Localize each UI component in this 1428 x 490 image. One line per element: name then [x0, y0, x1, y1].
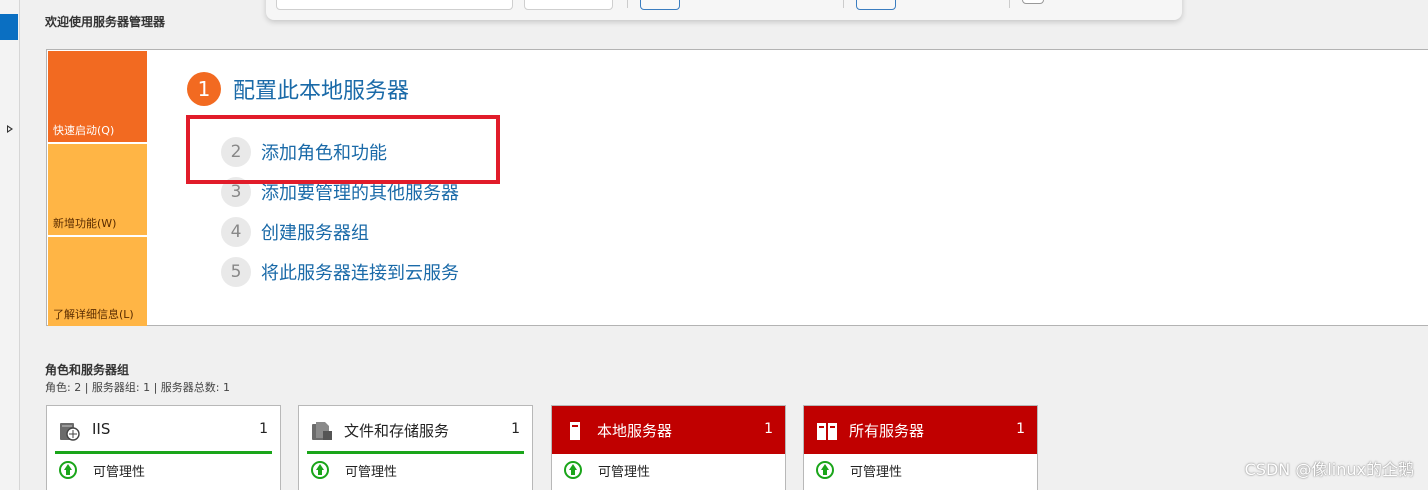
file-storage-icon: [312, 422, 332, 440]
learn-more-tile[interactable]: 了解详细信息(L): [48, 237, 147, 326]
status-ok-icon: [816, 461, 834, 479]
role-tile-file-storage[interactable]: 文件和存储服务 1 可管理性: [298, 405, 533, 490]
step-configure-local-server[interactable]: 1 配置此本地服务器: [187, 72, 409, 106]
watermark-text: CSDN @像linux的企鹅: [1244, 460, 1414, 479]
tile-header[interactable]: 本地服务器 1: [552, 406, 785, 454]
manageability-row[interactable]: 可管理性: [311, 460, 397, 480]
toolbar-field[interactable]: [524, 0, 613, 10]
step-link[interactable]: 创建服务器组: [261, 219, 369, 245]
tile-count: 1: [764, 421, 773, 437]
tile-name: 文件和存储服务: [344, 422, 450, 440]
servers-icon: [817, 423, 837, 440]
manageability-label: 可管理性: [598, 464, 651, 480]
whats-new-label: 新增功能(W): [53, 217, 117, 230]
status-ok-icon: [564, 461, 582, 479]
manageability-label: 可管理性: [345, 464, 398, 480]
quick-start-tile[interactable]: 快速启动(Q): [48, 51, 147, 142]
tile-header[interactable]: 文件和存储服务 1: [299, 406, 532, 454]
server-icon: [570, 422, 580, 440]
expand-arrow-icon[interactable]: [7, 125, 13, 133]
step-connect-cloud[interactable]: 5 将此服务器连接到云服务: [221, 257, 459, 287]
step-number-badge: 4: [221, 217, 251, 247]
step-create-server-group[interactable]: 4 创建服务器组: [221, 217, 369, 247]
tile-count: 1: [1016, 421, 1025, 437]
role-tile-all-servers[interactable]: 所有服务器 1 可管理性: [803, 405, 1038, 490]
tile-name: 所有服务器: [849, 422, 925, 440]
tile-count: 1: [511, 421, 520, 437]
status-ok-icon: [59, 461, 77, 479]
welcome-panel: 快速启动(Q) 新增功能(W) 了解详细信息(L) 1 配置此本地服务器 2 添…: [46, 49, 1428, 326]
tile-name: 本地服务器: [597, 422, 673, 440]
status-underline: [307, 451, 524, 454]
welcome-title: 欢迎使用服务器管理器: [45, 15, 166, 29]
iis-icon: [60, 423, 80, 441]
tile-count: 1: [259, 421, 268, 437]
status-underline: [55, 451, 272, 454]
quick-start-label: 快速启动(Q): [53, 124, 115, 137]
step-link[interactable]: 配置此本地服务器: [233, 73, 409, 105]
floating-toolbar: [266, 0, 1182, 20]
whats-new-tile[interactable]: 新增功能(W): [48, 144, 147, 235]
tile-header[interactable]: IIS 1: [47, 406, 280, 454]
tile-name: IIS: [92, 420, 111, 438]
step-link[interactable]: 将此服务器连接到云服务: [261, 259, 459, 285]
manageability-row[interactable]: 可管理性: [816, 460, 902, 480]
nav-selected-indicator[interactable]: [0, 14, 18, 40]
tile-header[interactable]: 所有服务器 1: [804, 406, 1037, 454]
role-tile-iis[interactable]: IIS 1 可管理性: [46, 405, 281, 490]
manageability-label: 可管理性: [93, 464, 146, 480]
toolbar-separator: [1009, 0, 1010, 8]
quick-start-column: 快速启动(Q) 新增功能(W) 了解详细信息(L): [48, 51, 147, 326]
toolbar-button[interactable]: [640, 0, 680, 10]
manageability-row[interactable]: 可管理性: [564, 460, 650, 480]
step-number-badge: 5: [221, 257, 251, 287]
toolbar-separator: [627, 0, 628, 8]
step-number-badge: 1: [187, 72, 221, 106]
learn-more-label: 了解详细信息(L): [53, 308, 134, 321]
roles-section-title: 角色和服务器组: [45, 363, 130, 377]
highlight-annotation-box: [186, 115, 500, 184]
toolbar-button[interactable]: [856, 0, 896, 10]
role-tile-local-server[interactable]: 本地服务器 1 可管理性: [551, 405, 786, 490]
navigation-strip: [0, 0, 20, 490]
roles-summary: 角色: 2 | 服务器组: 1 | 服务器总数: 1: [45, 381, 231, 394]
manageability-label: 可管理性: [850, 464, 903, 480]
toolbar-separator: [843, 0, 844, 8]
toolbar-field[interactable]: [276, 0, 513, 10]
manageability-row[interactable]: 可管理性: [59, 460, 145, 480]
toolbar-checkbox[interactable]: [1022, 0, 1044, 4]
status-ok-icon: [311, 461, 329, 479]
